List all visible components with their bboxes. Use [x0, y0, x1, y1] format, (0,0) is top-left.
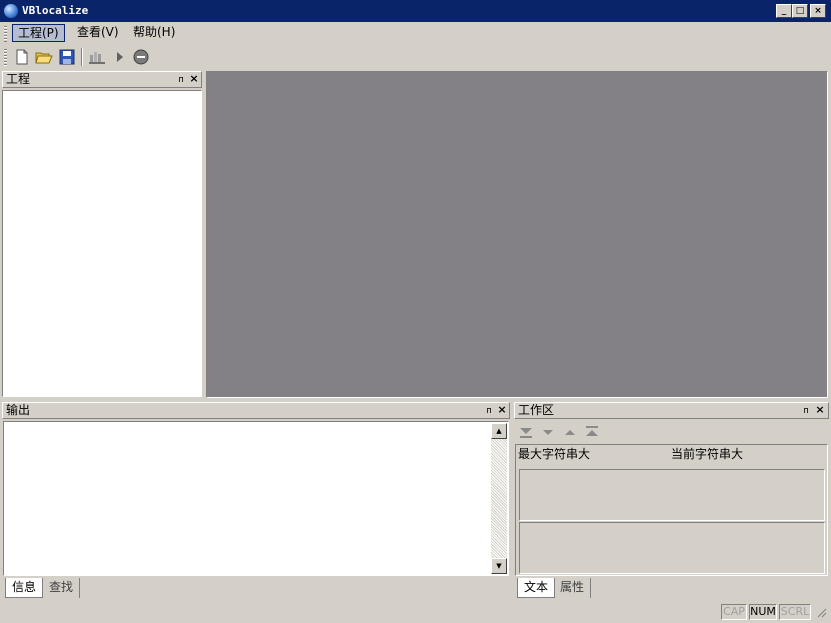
project-panel-title: 工程: [6, 72, 31, 86]
run-icon[interactable]: [111, 48, 129, 66]
workspace-panel-header[interactable]: 工作区: [514, 402, 829, 419]
close-icon[interactable]: ×: [189, 73, 199, 85]
toolbar-separator: [81, 48, 83, 66]
output-panel-header[interactable]: 输出: [2, 402, 510, 419]
menu-grip[interactable]: [4, 26, 7, 42]
move-up-icon[interactable]: [562, 424, 578, 440]
project-tree[interactable]: [2, 90, 202, 397]
new-file-icon[interactable]: [13, 48, 31, 66]
pin-icon[interactable]: ᴨ: [176, 74, 186, 86]
document-area[interactable]: [206, 71, 828, 398]
menu-view[interactable]: 查看(V): [72, 24, 124, 42]
menu-project[interactable]: 工程(P): [12, 24, 65, 42]
window-title: VBlocalize: [22, 4, 89, 17]
app-globe-icon[interactable]: [4, 4, 18, 18]
build-icon[interactable]: [88, 48, 106, 66]
close-icon[interactable]: ×: [497, 404, 507, 416]
title-bar[interactable]: VBlocalize _ □ ×: [0, 0, 831, 22]
open-folder-icon[interactable]: [35, 48, 53, 66]
status-bar: [0, 602, 831, 623]
current-string-box[interactable]: [519, 522, 825, 574]
max-string-box[interactable]: [519, 469, 825, 521]
output-panel: 输出 ᴨ × ▲ ▼ 信息 查找: [2, 402, 510, 602]
pin-icon[interactable]: ᴨ: [484, 405, 494, 417]
workspace-panel: 工作区 ᴨ × 最大字符串大 当前字符串大 文本 属性: [514, 402, 829, 602]
project-panel: 工程 ᴨ ×: [2, 71, 202, 398]
close-icon[interactable]: ×: [815, 404, 825, 416]
workspace-content: 最大字符串大 当前字符串大: [515, 444, 828, 576]
move-to-first-icon[interactable]: [584, 424, 600, 440]
output-text-area[interactable]: ▲ ▼: [3, 421, 509, 576]
pin-icon[interactable]: ᴨ: [801, 405, 811, 417]
maximize-button[interactable]: □: [792, 4, 808, 18]
caps-lock-indicator: CAP: [721, 604, 747, 620]
tab-properties[interactable]: 属性: [554, 578, 592, 598]
minimize-button[interactable]: _: [776, 4, 792, 18]
move-down-icon[interactable]: [540, 424, 556, 440]
tab-text[interactable]: 文本: [517, 578, 556, 598]
scroll-down-button[interactable]: ▼: [491, 558, 507, 574]
max-string-label: 最大字符串大: [518, 447, 591, 461]
toolbar-grip[interactable]: [4, 49, 7, 67]
move-to-last-icon[interactable]: [518, 424, 534, 440]
output-scrollbar[interactable]: [491, 423, 507, 574]
output-panel-title: 输出: [6, 403, 31, 417]
workspace-panel-title: 工作区: [518, 403, 555, 417]
close-button[interactable]: ×: [810, 4, 826, 18]
stop-icon[interactable]: [132, 48, 150, 66]
resize-grip-icon[interactable]: [815, 606, 827, 618]
scroll-up-button[interactable]: ▲: [491, 423, 507, 439]
current-string-label: 当前字符串大: [671, 447, 744, 461]
project-panel-header[interactable]: 工程: [2, 71, 202, 88]
toolbar: [0, 44, 831, 70]
tab-info[interactable]: 信息: [5, 578, 44, 598]
scroll-lock-indicator: SCRL: [779, 604, 811, 620]
menu-help[interactable]: 帮助(H): [128, 24, 180, 42]
menu-bar: 工程(P) 查看(V) 帮助(H): [0, 22, 831, 44]
num-lock-indicator: NUM: [749, 604, 777, 620]
tab-find[interactable]: 查找: [43, 578, 81, 598]
save-icon[interactable]: [58, 48, 76, 66]
